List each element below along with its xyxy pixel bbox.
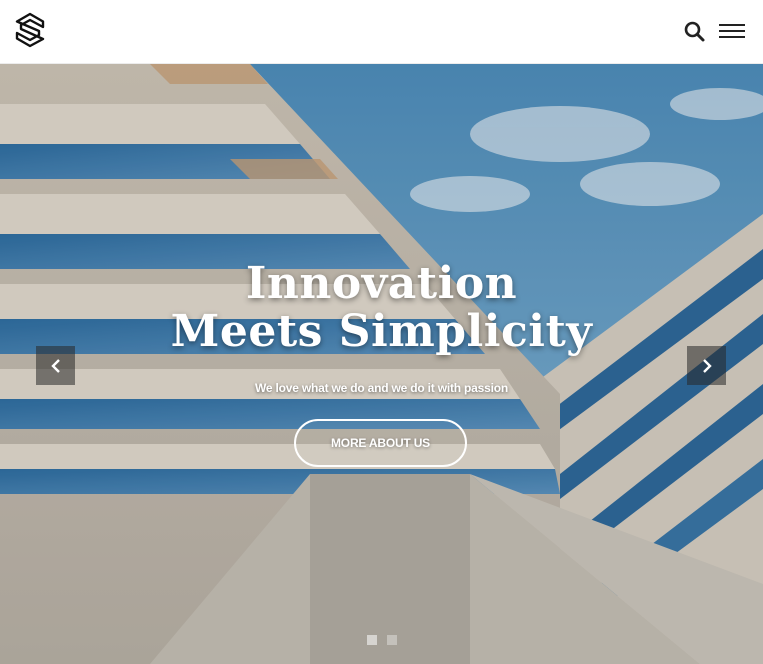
chevron-left-icon — [50, 358, 60, 373]
search-icon[interactable] — [682, 19, 708, 45]
hero-slider: Innovation Meets Simplicity We love what… — [0, 64, 763, 664]
s-logo-icon[interactable] — [14, 12, 46, 48]
slider-dot-1[interactable] — [366, 635, 377, 645]
chevron-right-icon — [702, 358, 712, 373]
slider-next-button[interactable] — [687, 346, 726, 385]
hero-subline: We love what we do and we do it with pas… — [254, 381, 508, 395]
hero-headline: Innovation Meets Simplicity — [0, 260, 763, 356]
hamburger-menu-icon[interactable] — [718, 20, 746, 42]
slider-prev-button[interactable] — [36, 346, 75, 385]
hero-headline-line2: Meets Simplicity — [170, 306, 593, 357]
slider-dot-2[interactable] — [386, 635, 397, 645]
hero-headline-line1: Innovation — [245, 258, 518, 309]
site-header — [0, 0, 763, 64]
slider-pagination — [0, 635, 763, 645]
hero-background-image — [0, 64, 763, 664]
more-about-us-button[interactable]: MORE ABOUT US — [294, 419, 467, 467]
hero-headline-block: Innovation Meets Simplicity — [0, 260, 763, 356]
